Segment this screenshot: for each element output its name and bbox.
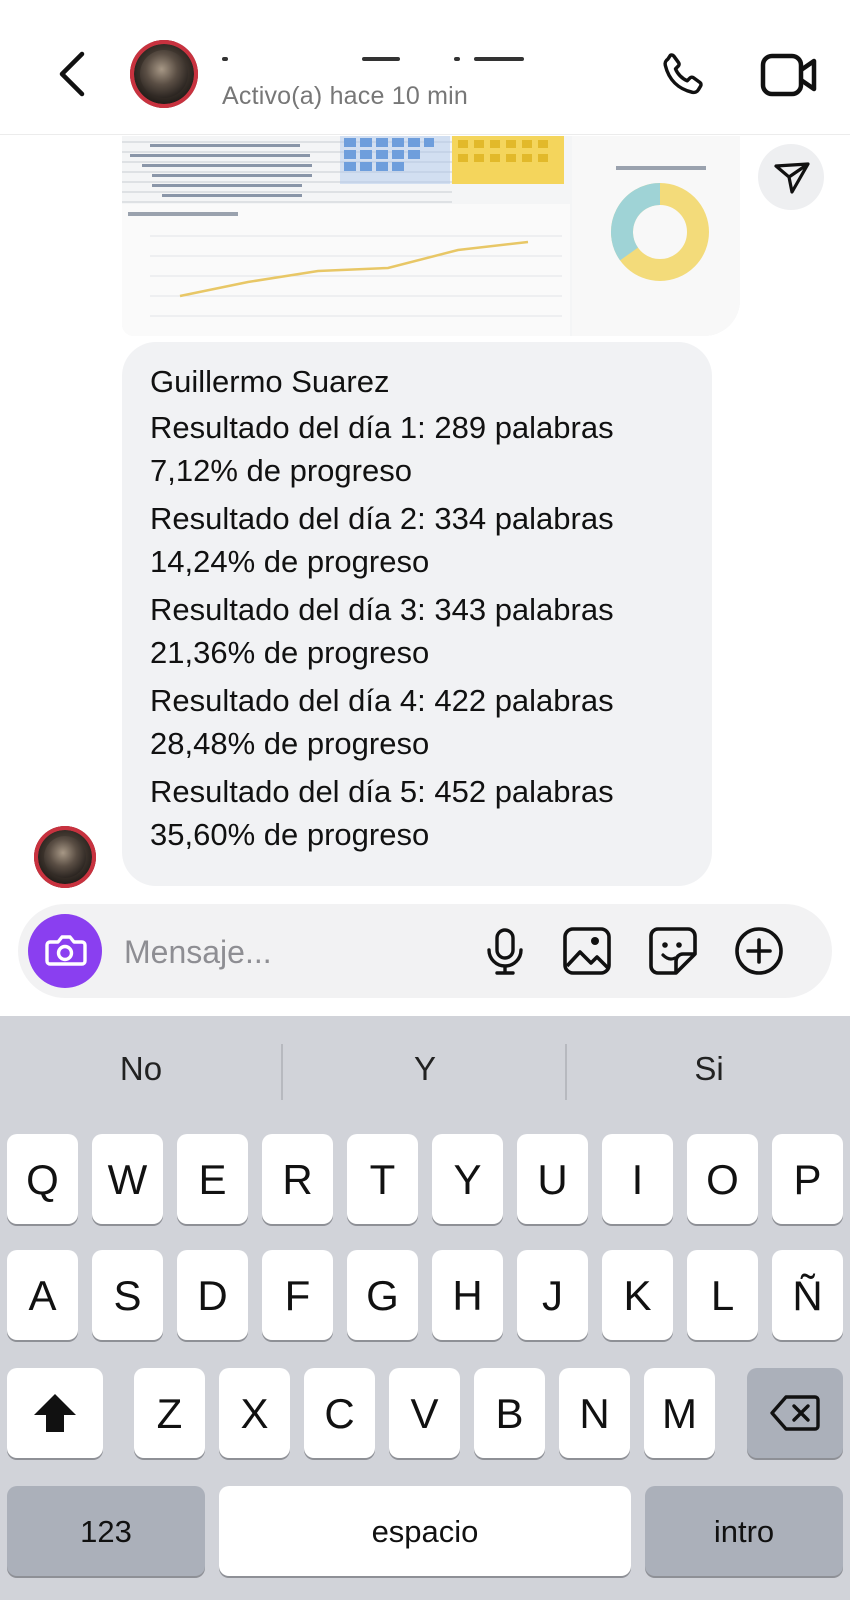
shift-key[interactable]: [7, 1368, 103, 1458]
sender-name: Guillermo Suarez: [150, 364, 390, 399]
sender-avatar[interactable]: [34, 826, 96, 888]
message-line: 28,48% de progreso: [150, 726, 430, 761]
message-line: Resultado del día 5: 452 palabras: [150, 774, 614, 809]
key[interactable]: A: [7, 1250, 78, 1340]
suggestion-si[interactable]: Si: [568, 1044, 850, 1094]
microphone-button[interactable]: [480, 926, 530, 976]
video-camera-icon: [760, 53, 817, 97]
spreadsheet-thumbnail: [122, 136, 740, 336]
gallery-button[interactable]: [562, 926, 612, 976]
message-composer: [18, 904, 832, 998]
phone-icon: [663, 53, 703, 95]
key[interactable]: M: [644, 1368, 715, 1458]
suggestion-y[interactable]: Y: [284, 1044, 566, 1094]
key[interactable]: R: [262, 1134, 333, 1224]
share-button[interactable]: [758, 144, 824, 210]
image-icon: [563, 927, 611, 975]
key[interactable]: K: [602, 1250, 673, 1340]
numbers-key[interactable]: 123: [7, 1486, 205, 1576]
key[interactable]: L: [687, 1250, 758, 1340]
key[interactable]: X: [219, 1368, 290, 1458]
add-button[interactable]: [734, 926, 784, 976]
keyboard: No Y Si Q W E R T Y U I O P A S D F G H …: [0, 1016, 850, 1600]
key[interactable]: E: [177, 1134, 248, 1224]
backspace-icon: [770, 1395, 820, 1431]
message-line: 21,36% de progreso: [150, 635, 430, 670]
message-line: 35,60% de progreso: [150, 817, 430, 852]
active-status: Activo(a) hace 10 min: [222, 82, 468, 110]
video-call-button[interactable]: [760, 52, 818, 98]
suggestion-divider: [565, 1044, 567, 1100]
shift-icon: [34, 1394, 76, 1432]
message-line: Resultado del día 3: 343 palabras: [150, 592, 614, 627]
key[interactable]: Z: [134, 1368, 205, 1458]
key[interactable]: W: [92, 1134, 163, 1224]
key[interactable]: T: [347, 1134, 418, 1224]
message-line: Resultado del día 1: 289 palabras: [150, 410, 614, 445]
sticker-button[interactable]: [648, 926, 698, 976]
suggestion-no[interactable]: No: [0, 1044, 282, 1094]
send-icon: [774, 162, 810, 194]
key[interactable]: C: [304, 1368, 375, 1458]
contact-name-redacted[interactable]: [222, 50, 622, 72]
delete-key[interactable]: [747, 1368, 843, 1458]
key[interactable]: S: [92, 1250, 163, 1340]
key[interactable]: O: [687, 1134, 758, 1224]
key[interactable]: Ñ: [772, 1250, 843, 1340]
message-bubble[interactable]: Guillermo Suarez Resultado del día 1: 28…: [122, 342, 712, 886]
back-button[interactable]: [52, 48, 92, 100]
camera-icon: [45, 935, 87, 966]
key[interactable]: Y: [432, 1134, 503, 1224]
key[interactable]: P: [772, 1134, 843, 1224]
key[interactable]: N: [559, 1368, 630, 1458]
call-button[interactable]: [656, 50, 708, 102]
key[interactable]: H: [432, 1250, 503, 1340]
sticker-icon: [649, 927, 697, 975]
image-attachment[interactable]: [122, 136, 740, 336]
suggestion-divider: [281, 1044, 283, 1100]
microphone-icon: [487, 928, 523, 975]
message-line: 14,24% de progreso: [150, 544, 430, 579]
space-key[interactable]: espacio: [219, 1486, 631, 1576]
key[interactable]: D: [177, 1250, 248, 1340]
message-line: Resultado del día 4: 422 palabras: [150, 683, 614, 718]
return-key[interactable]: intro: [645, 1486, 843, 1576]
key[interactable]: U: [517, 1134, 588, 1224]
key[interactable]: B: [474, 1368, 545, 1458]
key[interactable]: Q: [7, 1134, 78, 1224]
chevron-left-icon: [59, 51, 85, 97]
contact-avatar[interactable]: [130, 40, 198, 108]
key[interactable]: F: [262, 1250, 333, 1340]
key[interactable]: I: [602, 1134, 673, 1224]
message-line: Resultado del día 2: 334 palabras: [150, 501, 614, 536]
chat-header: Activo(a) hace 10 min: [0, 0, 850, 135]
message-input[interactable]: [122, 926, 456, 978]
key[interactable]: V: [389, 1368, 460, 1458]
plus-circle-icon: [735, 927, 783, 975]
message-line: 7,12% de progreso: [150, 453, 412, 488]
camera-button[interactable]: [28, 914, 102, 988]
key[interactable]: J: [517, 1250, 588, 1340]
key[interactable]: G: [347, 1250, 418, 1340]
